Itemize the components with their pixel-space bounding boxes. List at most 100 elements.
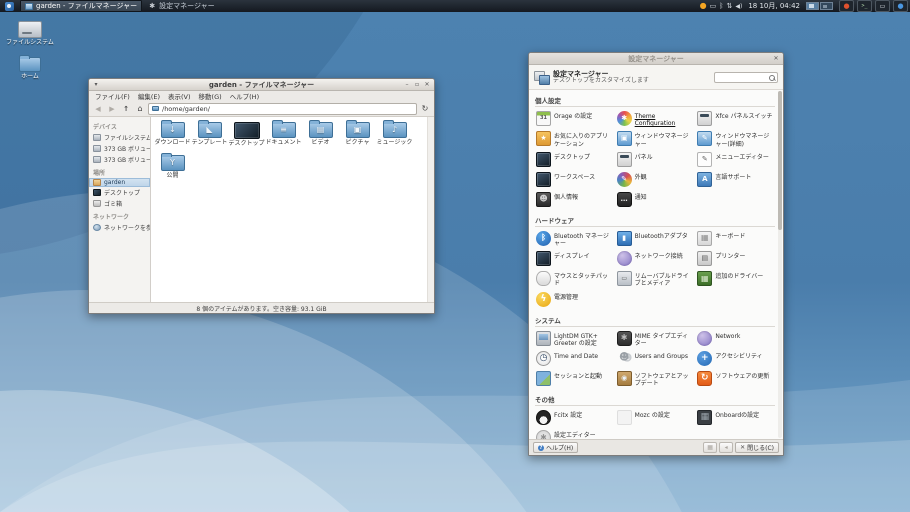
close-button[interactable]: [422, 80, 432, 89]
settings-item[interactable]: Network: [696, 329, 775, 349]
volume-icon[interactable]: [735, 0, 742, 13]
settings-item[interactable]: +アクセシビリティ: [696, 349, 775, 369]
file-item[interactable]: ↓ダウンロード: [154, 122, 191, 148]
minimize-button[interactable]: [402, 80, 412, 89]
settings-item[interactable]: Mozc の設定: [616, 408, 695, 428]
settings-item[interactable]: ◷Time and Date: [535, 349, 614, 369]
settings-item[interactable]: ▮Bluetoothアダプタ: [616, 229, 695, 249]
sidebar-item[interactable]: garden: [89, 178, 150, 187]
menu-item[interactable]: 移動(G): [196, 91, 225, 101]
file-item[interactable]: ▤ビデオ: [302, 122, 339, 148]
home-button[interactable]: [134, 103, 146, 114]
sidebar-item[interactable]: デスクトップ: [89, 187, 150, 198]
file-item[interactable]: ▣ピクチャ: [339, 122, 376, 148]
menu-item[interactable]: 編集(E): [135, 91, 163, 101]
settings-item[interactable]: ▤プリンター: [696, 249, 775, 269]
overview-back-button[interactable]: [719, 442, 733, 453]
applications-menu-button[interactable]: [2, 0, 16, 12]
settings-item[interactable]: ★お気に入りのアプリケーション: [535, 129, 614, 149]
terminal-icon[interactable]: [857, 0, 872, 12]
fm-file-area[interactable]: ↓ダウンロード◣テンプレートデスクトップ≡ドキュメント▤ビデオ▣ピクチャ♪ミュー…: [151, 117, 434, 302]
settings-item[interactable]: ✎外観: [616, 170, 695, 190]
settings-item-label: Onboardの設定: [715, 410, 759, 419]
settings-item[interactable]: デスクトップ: [535, 150, 614, 170]
file-item[interactable]: デスクトップ: [228, 122, 265, 148]
clock[interactable]: 18 10月, 04:42: [748, 1, 800, 11]
sidebar-item[interactable]: 373 GB ボリューム: [89, 154, 150, 165]
settings-item[interactable]: LightDM GTK+ Greeter の設定: [535, 329, 614, 349]
taskbar-button[interactable]: ✱設定マネージャー: [143, 0, 220, 12]
desktop-icon[interactable]: ファイルシステム: [2, 21, 58, 47]
path-bar[interactable]: /home/garden/: [148, 103, 417, 115]
settings-item[interactable]: ワークスペース: [535, 170, 614, 190]
settings-item[interactable]: ネットワーク接続: [616, 249, 695, 269]
settings-item[interactable]: ϟ電源管理: [535, 290, 614, 310]
maximize-button[interactable]: [412, 80, 422, 89]
session-icon[interactable]: [893, 0, 908, 12]
settings-item[interactable]: ᛒBluetooth マネージャー: [535, 229, 614, 249]
sidebar-item[interactable]: ネットワークを参照: [89, 222, 150, 233]
settings-item[interactable]: ▣ウィンドウマネージャー: [616, 129, 695, 149]
settings-item[interactable]: ✱MIME タイプエディター: [616, 329, 695, 349]
search-input[interactable]: [715, 73, 777, 82]
workspace-1[interactable]: [806, 2, 819, 10]
settings-item[interactable]: ◉ソフトウェアとアップデート: [616, 369, 695, 389]
all-settings-button[interactable]: [703, 442, 717, 453]
settings-item[interactable]: Xfce パネルスイッチ: [696, 109, 775, 129]
file-item[interactable]: Y公開: [154, 155, 191, 180]
workspace-2[interactable]: [820, 2, 833, 10]
settings-item[interactable]: ✎ウィンドウマネージャー(詳細): [696, 129, 775, 149]
menu-item[interactable]: ヘルプ(H): [227, 91, 262, 101]
settings-item[interactable]: ▦Onboardの設定: [696, 408, 775, 428]
file-item[interactable]: ≡ドキュメント: [265, 122, 302, 148]
fm-titlebar[interactable]: garden - ファイルマネージャー: [89, 79, 434, 91]
sm-titlebar[interactable]: 設定マネージャー: [529, 53, 783, 65]
fm-statusbar: 8 個のアイテムがあります。空き容量: 93.1 GiB: [89, 302, 434, 313]
bluetooth-icon[interactable]: [719, 0, 723, 12]
settings-item[interactable]: ▭リムーバブルドライブとメディア: [616, 269, 695, 289]
desktop-icon[interactable]: ホーム: [2, 57, 58, 81]
settings-item[interactable]: Fcitx 設定: [535, 408, 614, 428]
taskbar-button[interactable]: garden - ファイルマネージャー: [20, 0, 142, 12]
settings-item[interactable]: ✱Theme Configuration: [616, 109, 695, 129]
settings-item[interactable]: ▦追加のドライバー: [696, 269, 775, 289]
settings-item[interactable]: パネル: [616, 150, 695, 170]
menu-item[interactable]: 表示(V): [165, 91, 194, 101]
file-item[interactable]: ♪ミュージック: [376, 122, 413, 148]
sidebar-item[interactable]: ゴミ箱: [89, 198, 150, 209]
help-button[interactable]: ? ヘルプ(H): [533, 442, 578, 453]
up-button[interactable]: [120, 103, 132, 114]
battery-icon[interactable]: [710, 0, 717, 12]
settings-item[interactable]: 31Orage の設定: [535, 109, 614, 129]
fm-scrollbar[interactable]: [427, 117, 434, 302]
settings-item[interactable]: …通知: [616, 190, 695, 210]
menu-item[interactable]: ファイル(F): [92, 91, 133, 101]
settings-item[interactable]: ✱設定エディター: [535, 428, 614, 439]
settings-item[interactable]: A言語サポート: [696, 170, 775, 190]
forward-button[interactable]: [106, 103, 118, 114]
software-update-icon: ↻: [697, 371, 712, 386]
power-manager-icon[interactable]: [700, 0, 707, 12]
close-settings-button[interactable]: ✕ 閉じる(C): [735, 442, 779, 453]
panel-launcher-red-icon[interactable]: [839, 0, 854, 12]
display-icon[interactable]: [875, 0, 890, 12]
settings-section: 個人設定31Orage の設定✱Theme ConfigurationXfce …: [535, 93, 775, 210]
network-icon[interactable]: [726, 0, 732, 12]
settings-item[interactable]: ↻ソフトウェアの更新: [696, 369, 775, 389]
settings-item[interactable]: ▦キーボード: [696, 229, 775, 249]
file-item[interactable]: ◣テンプレート: [191, 122, 228, 148]
settings-item[interactable]: ☻Users and Groups: [616, 349, 695, 369]
settings-item[interactable]: マウスとタッチパッド: [535, 269, 614, 289]
reload-button[interactable]: [419, 103, 431, 114]
window-menu-icon[interactable]: [91, 80, 101, 89]
sm-scrollbar[interactable]: [778, 91, 782, 438]
settings-item[interactable]: ☻個人情報: [535, 190, 614, 210]
sidebar-item[interactable]: ファイルシステム: [89, 132, 150, 143]
close-icon: ✕: [740, 444, 745, 451]
settings-item[interactable]: ✎メニューエディター: [696, 150, 775, 170]
settings-item[interactable]: ディスプレイ: [535, 249, 614, 269]
settings-item[interactable]: セッションと起動: [535, 369, 614, 389]
sidebar-item[interactable]: 373 GB ボリューム: [89, 143, 150, 154]
back-button[interactable]: [92, 103, 104, 114]
sm-close-button[interactable]: [771, 54, 781, 63]
